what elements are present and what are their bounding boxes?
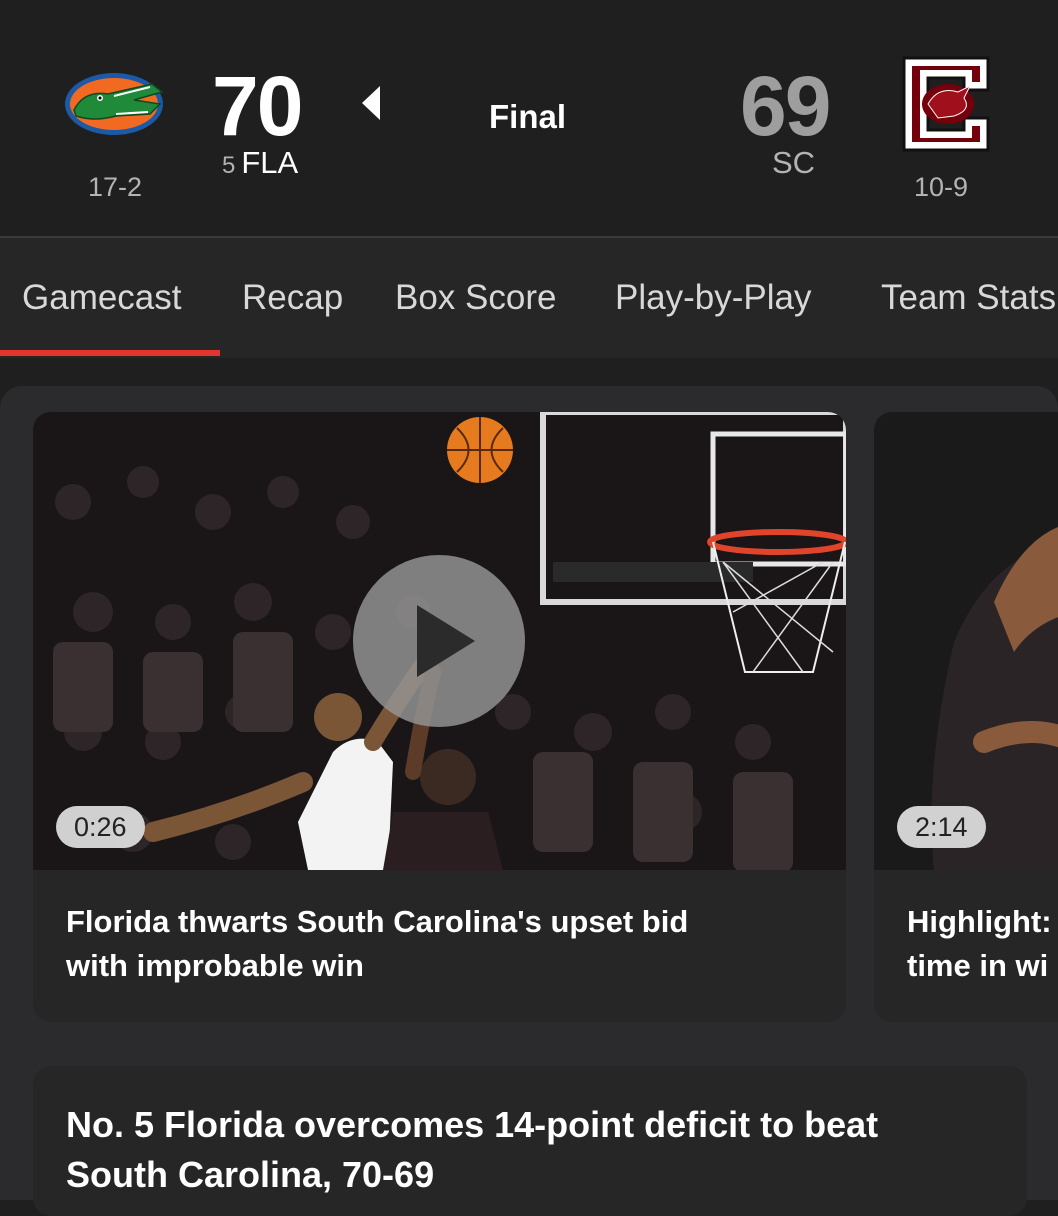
story-title-line1: No. 5 Florida overcomes 14-point deficit… [66, 1104, 879, 1145]
south-carolina-logo-icon[interactable] [898, 52, 994, 156]
tab-team-stats[interactable]: Team Stats [881, 278, 1056, 318]
video-headline-line2: with improbable win [66, 948, 364, 983]
tab-play-by-play[interactable]: Play-by-Play [615, 278, 811, 318]
florida-gators-logo-icon[interactable] [64, 70, 168, 138]
story-title[interactable]: No. 5 Florida overcomes 14-point deficit… [66, 1100, 1006, 1200]
game-status: Final [489, 98, 567, 135]
tab-gamecast[interactable]: Gamecast [22, 278, 182, 318]
video-headline-line1: Florida thwarts South Carolina's upset b… [66, 904, 689, 939]
play-icon [417, 605, 475, 677]
home-record: 17-2 [88, 172, 143, 202]
home-score: 70 [212, 59, 303, 153]
away-score: 69 [740, 59, 831, 153]
home-abbr: FLA [241, 145, 299, 180]
scoreboard-header: 17-2 70 5 FLA Final 69 SC 10-9 [0, 0, 1058, 236]
video-headline-line2: time in wi [907, 948, 1049, 983]
tab-recap[interactable]: Recap [242, 278, 343, 318]
video-headline: Florida thwarts South Carolina's upset b… [66, 900, 826, 988]
home-rank: 5 [222, 152, 236, 179]
video-duration-badge: 0:26 [56, 806, 145, 848]
away-record: 10-9 [914, 172, 969, 202]
video-card[interactable]: Highlight: time in wi [874, 412, 1058, 1022]
story-title-line2: South Carolina, 70-69 [66, 1154, 435, 1195]
video-headline: Highlight: time in wi [907, 900, 1058, 988]
away-abbr[interactable]: SC [772, 145, 815, 181]
winner-arrow-icon [362, 86, 380, 120]
video-headline-line1: Highlight: [907, 904, 1052, 939]
tab-box-score[interactable]: Box Score [395, 278, 556, 318]
home-team-label[interactable]: 5 FLA [222, 145, 298, 181]
active-tab-indicator [0, 350, 220, 356]
video-duration-badge: 2:14 [897, 806, 986, 848]
video-thumbnail [874, 412, 1058, 870]
game-tabs: Gamecast Recap Box Score Play-by-Play Te… [0, 238, 1058, 358]
play-button[interactable] [353, 555, 525, 727]
